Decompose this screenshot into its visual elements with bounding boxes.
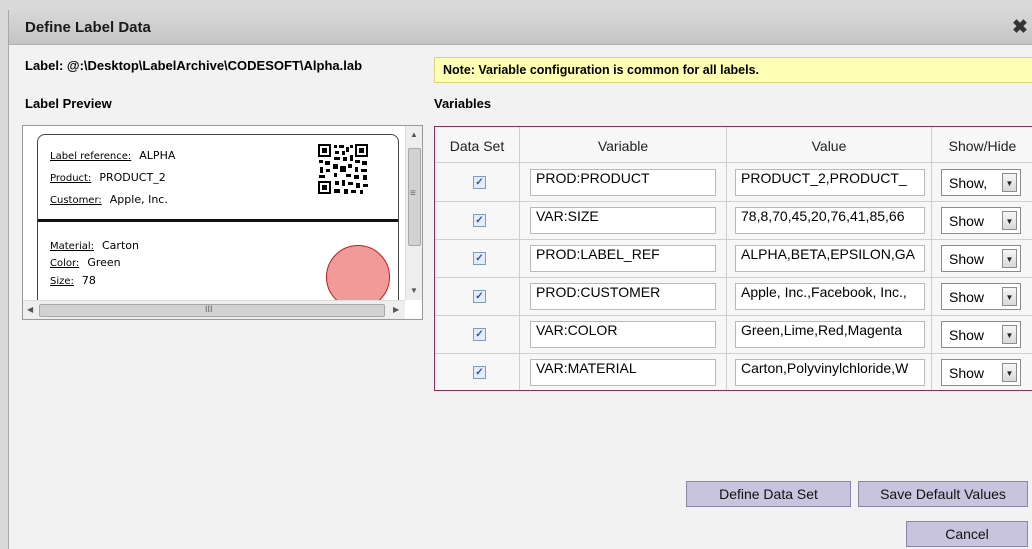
- preview-vertical-scrollbar[interactable]: ▲ ≡ ▼: [405, 126, 422, 300]
- preview-field-material: Material: Carton: [50, 239, 139, 252]
- chevron-down-icon[interactable]: ▼: [1002, 363, 1017, 382]
- chevron-down-icon[interactable]: ▼: [1002, 249, 1017, 268]
- chevron-down-icon[interactable]: ▼: [1002, 211, 1017, 230]
- show-hide-value: Show: [949, 289, 985, 305]
- preview-field-value: 78: [81, 274, 96, 287]
- row-divider: [435, 353, 1032, 354]
- dialog-titlebar: Define Label Data ✖: [9, 10, 1032, 45]
- variable-name-field[interactable]: VAR:MATERIAL: [530, 359, 716, 386]
- show-hide-value: Show: [949, 327, 985, 343]
- preview-separator: [38, 219, 398, 222]
- variable-value-field[interactable]: ALPHA,BETA,EPSILON,GA: [735, 245, 925, 272]
- cancel-button[interactable]: Cancel: [906, 521, 1028, 547]
- variable-name-field[interactable]: PROD:PRODUCT: [530, 169, 716, 196]
- data-set-checkbox[interactable]: ✓: [473, 176, 486, 189]
- variable-value-field[interactable]: Green,Lime,Red,Magenta: [735, 321, 925, 348]
- variable-value-field[interactable]: Carton,Polyvinylchloride,W: [735, 359, 925, 386]
- label-path: Label: @:\Desktop\LabelArchive\CODESOFT\…: [25, 58, 363, 73]
- show-hide-value: Show,: [949, 175, 988, 191]
- row-divider: [435, 201, 1032, 202]
- preview-field-value: Apple, Inc.: [109, 193, 168, 206]
- show-hide-value: Show: [949, 251, 985, 267]
- variable-value-field[interactable]: 78,8,70,45,20,76,41,85,66: [735, 207, 925, 234]
- preview-field-product: Product: PRODUCT_2: [50, 171, 166, 184]
- show-hide-select[interactable]: Show ▼: [941, 245, 1021, 272]
- chevron-down-icon[interactable]: ▼: [1002, 325, 1017, 344]
- variable-value-field[interactable]: Apple, Inc.,Facebook, Inc.,: [735, 283, 925, 310]
- show-hide-select[interactable]: Show ▼: [941, 359, 1021, 386]
- show-hide-select[interactable]: Show ▼: [941, 207, 1021, 234]
- label-preview-card: Label reference: ALPHA Product: PRODUCT_2 …: [37, 134, 399, 300]
- define-data-set-button[interactable]: Define Data Set: [686, 481, 851, 507]
- preview-field-value: Carton: [102, 239, 139, 252]
- note-banner: Note: Variable configuration is common f…: [434, 57, 1032, 83]
- preview-field-key: Product:: [50, 173, 92, 184]
- data-set-checkbox[interactable]: ✓: [473, 366, 486, 379]
- column-header-data-set: Data Set: [449, 138, 505, 154]
- preview-field-key: Size:: [50, 276, 74, 287]
- label-preview-panel: Label reference: ALPHA Product: PRODUCT_2 …: [22, 125, 423, 320]
- preview-field-value: Green: [87, 256, 121, 269]
- preview-field-key: Label reference:: [50, 151, 132, 162]
- column-divider: [931, 127, 932, 390]
- row-divider: [435, 315, 1032, 316]
- variable-name-field[interactable]: PROD:LABEL_REF: [530, 245, 716, 272]
- column-header-variable: Variable: [597, 138, 649, 154]
- qr-code-icon: [317, 143, 369, 195]
- column-divider: [519, 127, 520, 390]
- scroll-right-icon[interactable]: ▶: [393, 305, 399, 314]
- data-set-checkbox[interactable]: ✓: [473, 252, 486, 265]
- show-hide-select[interactable]: Show, ▼: [941, 169, 1021, 196]
- show-hide-select[interactable]: Show ▼: [941, 321, 1021, 348]
- column-divider: [726, 127, 727, 390]
- label-preview-viewport: Label reference: ALPHA Product: PRODUCT_2 …: [23, 126, 405, 300]
- preview-field-value: PRODUCT_2: [99, 171, 166, 184]
- column-header-value: Value: [811, 138, 847, 154]
- preview-horizontal-scrollbar[interactable]: ◀ III ▶: [23, 300, 405, 319]
- show-hide-value: Show: [949, 213, 985, 229]
- red-circle-shape: [326, 245, 390, 300]
- scroll-down-icon[interactable]: ▼: [410, 286, 418, 295]
- preview-field-key: Material:: [50, 241, 94, 252]
- variables-heading: Variables: [434, 96, 492, 111]
- scroll-up-icon[interactable]: ▲: [410, 130, 418, 139]
- preview-field-customer: Customer: Apple, Inc.: [50, 193, 168, 206]
- preview-field-color: Color: Green: [50, 256, 121, 269]
- variable-name-field[interactable]: VAR:COLOR: [530, 321, 716, 348]
- column-header-show-hide: Show/Hide: [948, 138, 1017, 154]
- data-set-checkbox[interactable]: ✓: [473, 290, 486, 303]
- preview-field-key: Color:: [50, 258, 80, 269]
- label-preview-heading: Label Preview: [25, 96, 112, 111]
- variable-name-field[interactable]: VAR:SIZE: [530, 207, 716, 234]
- scroll-left-icon[interactable]: ◀: [27, 305, 33, 314]
- preview-field-key: Customer:: [50, 195, 102, 206]
- variable-name-field[interactable]: PROD:CUSTOMER: [530, 283, 716, 310]
- show-hide-select[interactable]: Show ▼: [941, 283, 1021, 310]
- data-set-checkbox[interactable]: ✓: [473, 214, 486, 227]
- close-icon[interactable]: ✖: [1012, 16, 1028, 39]
- define-label-data-dialog: Define Label Data ✖ Label: @:\Desktop\La…: [8, 10, 1032, 549]
- show-hide-value: Show: [949, 365, 985, 381]
- dialog-title: Define Label Data: [25, 19, 151, 36]
- variable-value-field[interactable]: PRODUCT_2,PRODUCT_: [735, 169, 925, 196]
- scroll-grip-icon: III: [205, 304, 213, 314]
- chevron-down-icon[interactable]: ▼: [1002, 287, 1017, 306]
- scroll-grip-icon: ≡: [410, 188, 416, 199]
- preview-field-label-reference: Label reference: ALPHA: [50, 149, 175, 162]
- row-divider: [435, 162, 1032, 163]
- data-set-checkbox[interactable]: ✓: [473, 328, 486, 341]
- row-divider: [435, 277, 1032, 278]
- variables-table: Data Set Variable Value Show/Hide ✓ PROD…: [434, 126, 1032, 391]
- chevron-down-icon[interactable]: ▼: [1002, 173, 1017, 192]
- row-divider: [435, 239, 1032, 240]
- preview-field-value: ALPHA: [139, 149, 176, 162]
- preview-field-size: Size: 78: [50, 274, 96, 287]
- save-default-values-button[interactable]: Save Default Values: [858, 481, 1028, 507]
